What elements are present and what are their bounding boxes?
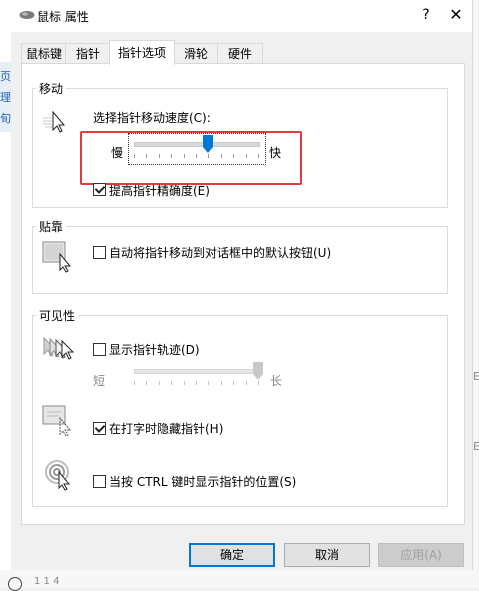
long-label: 长 — [270, 374, 283, 388]
slider-tick — [196, 381, 197, 385]
precision-label[interactable]: 提高指针精确度(E) — [109, 182, 210, 199]
slider-tick — [221, 381, 222, 385]
tab-wheel[interactable]: 滑轮 — [173, 43, 219, 64]
slider-tick — [221, 154, 222, 158]
slider-tick — [246, 381, 247, 385]
slider-tick — [246, 154, 247, 158]
tab-pointers[interactable]: 指针 — [65, 43, 111, 64]
help-button[interactable]: ? — [412, 2, 440, 28]
short-label: 短 — [93, 374, 106, 388]
slow-label: 慢 — [111, 146, 124, 160]
speed-slider-track[interactable] — [134, 142, 260, 147]
trails-slider-thumb[interactable] — [253, 362, 263, 380]
tab-pointer-options[interactable]: 指针选项 — [109, 40, 175, 65]
slider-tick — [233, 381, 234, 385]
slider-tick — [159, 381, 160, 385]
slider-tick — [134, 154, 135, 158]
precision-checkbox[interactable] — [93, 183, 106, 196]
background-text-fragment: 页 — [0, 70, 11, 83]
visibility-group-title: 可见性 — [36, 307, 79, 324]
background-text-fragment: 1 1 4 — [34, 576, 60, 587]
hide-pointer-icon — [42, 405, 72, 437]
slider-tick — [258, 154, 259, 158]
slider-tick — [258, 381, 259, 385]
slider-tick — [208, 154, 209, 158]
snap-group-title: 贴靠 — [36, 218, 67, 235]
slider-tick — [146, 154, 147, 158]
ctrl-locate-checkbox[interactable] — [93, 475, 106, 488]
background-text-fragment: E — [473, 440, 479, 453]
fast-label: 快 — [269, 146, 282, 160]
ctrl-locate-label[interactable]: 当按 CTRL 键时显示指针的位置(S) — [109, 473, 296, 490]
tab-hardware[interactable]: 硬件 — [217, 43, 263, 64]
motion-group-title: 移动 — [36, 80, 67, 97]
background-window-right — [472, 0, 479, 588]
background-radio-icon — [8, 577, 22, 591]
hide-while-typing-checkbox[interactable] — [93, 422, 106, 435]
slider-tick — [233, 154, 234, 158]
snap-to-checkbox[interactable] — [93, 246, 106, 259]
slider-tick — [146, 381, 147, 385]
close-button[interactable]: ✕ — [442, 2, 470, 28]
mouse-icon — [19, 11, 35, 19]
slider-tick — [159, 154, 160, 158]
trails-slider-track[interactable] — [134, 369, 260, 374]
pointer-location-icon — [45, 460, 71, 491]
background-window-bottom — [0, 570, 479, 588]
snap-to-icon — [42, 241, 72, 273]
slider-tick — [171, 154, 172, 158]
slider-tick — [196, 154, 197, 158]
background-text-fragment: 理 — [0, 91, 11, 104]
slider-tick — [134, 381, 135, 385]
dialog-title: 鼠标 属性 — [37, 10, 89, 24]
speed-slider-thumb[interactable] — [203, 135, 213, 153]
pointer-trails-icon — [43, 336, 75, 360]
apply-button[interactable]: 应用(A) — [378, 543, 464, 567]
pointer-speed-icon — [43, 110, 66, 133]
snap-to-label[interactable]: 自动将指针移动到对话框中的默认按钮(U) — [109, 244, 331, 261]
slider-tick — [184, 381, 185, 385]
cancel-button[interactable]: 取消 — [284, 543, 370, 567]
hide-while-typing-label[interactable]: 在打字时隐藏指针(H) — [109, 420, 223, 437]
trails-checkbox[interactable] — [93, 343, 106, 356]
speed-label: 选择指针移动速度(C): — [93, 111, 211, 125]
slider-tick — [171, 381, 172, 385]
tab-buttons[interactable]: 鼠标键 — [21, 43, 67, 64]
background-text-fragment: E — [473, 370, 479, 383]
trails-label[interactable]: 显示指针轨迹(D) — [109, 341, 200, 358]
slider-tick — [208, 381, 209, 385]
slider-tick — [184, 154, 185, 158]
background-text-fragment: 旬 — [0, 112, 11, 125]
ok-button[interactable]: 确定 — [189, 543, 275, 567]
speed-slider-focus — [128, 133, 266, 165]
